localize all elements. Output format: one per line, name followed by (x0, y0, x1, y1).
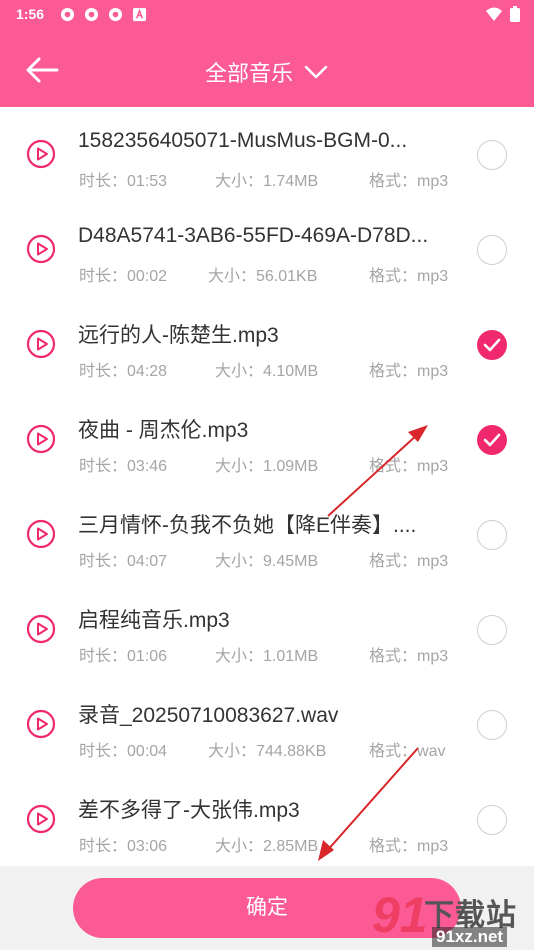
song-name: 差不多得了-大张伟.mp3 (78, 799, 300, 822)
status-bar: 1:56 (0, 0, 534, 30)
song-name: D48A5741-3AB6-55FD-469A-D78D... (78, 224, 429, 247)
play-icon[interactable] (26, 329, 56, 359)
song-name: 录音_20250710083627.wav (78, 704, 339, 727)
song-row[interactable]: 远行的人-陈楚生.mp3 时长：04:28 大小：4.10MB 格式：mp3 (0, 297, 534, 392)
song-row[interactable]: 夜曲 - 周杰伦.mp3 时长：03:46 大小：1.09MB 格式：mp3 (0, 392, 534, 487)
page-title: 全部音乐 (204, 61, 293, 86)
song-row[interactable]: 三月情怀-负我不负她【降E伴奏】.... 时长：04:07 大小：9.45MB … (0, 487, 534, 582)
select-checkbox[interactable] (477, 425, 507, 455)
song-size: 大小：1.09MB (215, 458, 319, 475)
song-duration: 时长：01:06 (79, 648, 168, 665)
play-icon[interactable] (26, 614, 56, 644)
watermark-url: 91xz.net (432, 927, 508, 947)
song-format: 格式：wav (369, 743, 446, 760)
song-format: 格式：mp3 (369, 268, 449, 285)
select-checkbox[interactable] (477, 235, 507, 265)
song-duration: 时长：03:46 (79, 458, 168, 475)
select-checkbox[interactable] (477, 520, 507, 550)
song-size: 大小：744.88KB (208, 743, 327, 760)
system-status-icons (486, 6, 520, 22)
app-notification-icon (108, 7, 123, 22)
checkmark-icon (483, 338, 501, 352)
song-format: 格式：mp3 (369, 363, 449, 380)
play-icon[interactable] (26, 519, 56, 549)
song-size: 大小：1.74MB (215, 173, 319, 190)
song-duration: 时长：04:07 (79, 553, 168, 570)
status-time: 1:56 (16, 6, 45, 22)
song-duration: 时长：00:02 (79, 268, 168, 285)
song-size: 大小：2.85MB (215, 838, 319, 855)
app-notification-icon (60, 7, 75, 22)
song-size: 大小：56.01KB (208, 268, 318, 285)
song-format: 格式：mp3 (369, 173, 449, 190)
battery-icon (510, 6, 520, 22)
song-name: 启程纯音乐.mp3 (78, 609, 230, 632)
top-bar: 1:56 全部音乐 (0, 0, 534, 107)
song-name: 夜曲 - 周杰伦.mp3 (78, 419, 249, 442)
song-format: 格式：mp3 (369, 553, 449, 570)
song-size: 大小：4.10MB (215, 363, 319, 380)
song-format: 格式：mp3 (369, 648, 449, 665)
song-duration: 时长：03:06 (79, 838, 168, 855)
select-checkbox[interactable] (477, 615, 507, 645)
watermark-number: 91 (372, 887, 428, 943)
wifi-icon (486, 7, 502, 21)
song-duration: 时长：00:04 (79, 743, 168, 760)
select-checkbox[interactable] (477, 805, 507, 835)
song-row[interactable]: 差不多得了-大张伟.mp3 时长：03:06 大小：2.85MB 格式：mp3 (0, 772, 534, 867)
song-size: 大小：9.45MB (215, 553, 319, 570)
chevron-down-icon (304, 65, 328, 79)
app-notification-icon (84, 7, 99, 22)
song-duration: 时长：04:28 (79, 363, 168, 380)
song-row[interactable]: D48A5741-3AB6-55FD-469A-D78D... 时长：00:02… (0, 202, 534, 297)
song-duration: 时长：01:53 (79, 173, 168, 190)
play-icon[interactable] (26, 424, 56, 454)
select-checkbox[interactable] (477, 140, 507, 170)
song-name: 三月情怀-负我不负她【降E伴奏】.... (78, 514, 417, 537)
select-checkbox[interactable] (477, 710, 507, 740)
play-icon[interactable] (26, 709, 56, 739)
song-format: 格式：mp3 (369, 838, 449, 855)
song-row[interactable]: 启程纯音乐.mp3 时长：01:06 大小：1.01MB 格式：mp3 (0, 582, 534, 677)
song-format: 格式：mp3 (369, 458, 449, 475)
play-icon[interactable] (26, 804, 56, 834)
checkmark-icon (483, 433, 501, 447)
song-name: 1582356405071-MusMus-BGM-0... (78, 129, 408, 152)
select-checkbox[interactable] (477, 330, 507, 360)
song-row[interactable]: 1582356405071-MusMus-BGM-0... 时长：01:53 大… (0, 107, 534, 202)
notification-icons (60, 7, 147, 22)
song-size: 大小：1.01MB (215, 648, 319, 665)
play-icon[interactable] (26, 139, 56, 169)
song-name: 远行的人-陈楚生.mp3 (78, 324, 279, 347)
font-notification-icon (132, 7, 147, 22)
play-icon[interactable] (26, 234, 56, 264)
song-row[interactable]: 录音_20250710083627.wav 时长：00:04 大小：744.88… (0, 677, 534, 772)
folder-dropdown[interactable]: 全部音乐 (0, 56, 534, 88)
